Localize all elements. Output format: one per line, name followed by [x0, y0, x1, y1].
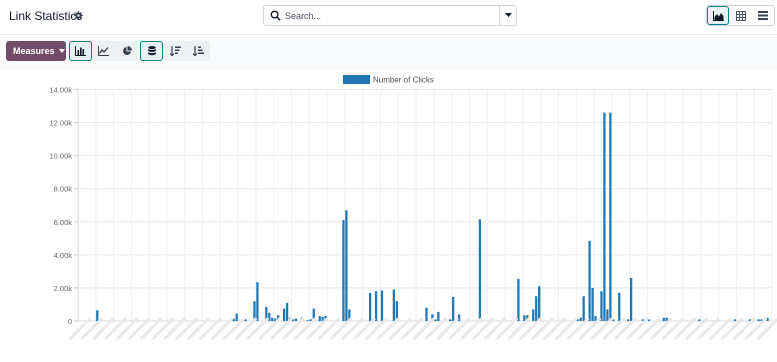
bar[interactable] [538, 286, 541, 321]
bar[interactable] [374, 291, 378, 321]
sort-descending-icon [170, 46, 181, 56]
page-title: Link Statistics [9, 9, 83, 23]
bar[interactable] [698, 319, 701, 321]
stacked-toggle-group [140, 41, 163, 61]
pie-chart-icon [122, 46, 132, 55]
y-tick-label: 8.00k [54, 185, 73, 194]
y-tick-label: 12.00k [49, 119, 72, 128]
bar[interactable] [271, 317, 274, 321]
bar[interactable] [478, 219, 481, 321]
measures-dropdown[interactable]: Measures [6, 41, 66, 61]
bar[interactable] [600, 291, 603, 321]
bar[interactable] [380, 290, 384, 321]
view-switcher [706, 5, 775, 26]
graph-toolbar: Measures [0, 36, 777, 70]
list-icon [757, 11, 768, 20]
bar[interactable] [517, 278, 520, 321]
y-tick-label: 2.00k [54, 284, 73, 293]
search-bar[interactable]: Search... [263, 5, 517, 26]
pivot-table-icon [735, 10, 746, 21]
pie-chart-button[interactable] [115, 41, 138, 61]
bar[interactable] [452, 297, 455, 321]
bar[interactable] [618, 292, 621, 321]
y-tick-label: 14.00k [49, 86, 72, 95]
bar[interactable] [369, 292, 372, 321]
bar[interactable] [609, 112, 612, 322]
bar[interactable] [96, 310, 99, 321]
y-tick-label: 6.00k [54, 218, 73, 227]
bar[interactable] [306, 320, 309, 321]
search-icon [270, 10, 281, 21]
bar[interactable] [345, 210, 348, 321]
search-input[interactable]: Search... [285, 11, 321, 21]
bar[interactable] [318, 316, 321, 321]
sort-ascending-icon [193, 46, 204, 56]
bar[interactable] [235, 313, 238, 321]
sort-descending-button[interactable] [164, 41, 187, 61]
legend-label[interactable]: Number of Clicks [373, 76, 434, 85]
line-chart-button[interactable] [92, 41, 115, 61]
graph-area: Number of Clicks 0 2.00k 4.00k 6.00k 8.00k 10… [0, 70, 777, 357]
control-panel: Link Statistics Search... [0, 0, 777, 35]
bar-chart-button[interactable] [69, 41, 92, 61]
bar[interactable] [733, 319, 737, 321]
gridlines [74, 89, 773, 322]
bar[interactable] [603, 112, 606, 322]
bar[interactable] [629, 278, 633, 321]
sort-ascending-button[interactable] [187, 41, 210, 61]
bar[interactable] [627, 319, 630, 321]
clicks-bar-chart: Number of Clicks 0 2.00k 4.00k 6.00k 8.00k 10… [49, 75, 777, 340]
bar[interactable] [591, 287, 594, 321]
graph-view-button[interactable] [707, 6, 730, 25]
area-chart-icon [712, 10, 724, 21]
y-tick-label: 4.00k [54, 251, 73, 260]
pivot-view-button[interactable] [729, 6, 751, 25]
bar[interactable] [449, 319, 452, 321]
y-tick-label: 0 [68, 317, 72, 326]
bar[interactable] [662, 317, 665, 321]
sort-group [164, 41, 210, 61]
bars [96, 112, 769, 322]
bar[interactable] [285, 302, 289, 321]
search-options-toggle[interactable] [499, 6, 516, 25]
bar[interactable] [606, 309, 609, 321]
caret-down-icon [505, 13, 512, 17]
bar[interactable] [282, 308, 286, 321]
chart-type-group [69, 41, 138, 61]
database-stack-icon [147, 46, 156, 56]
bar[interactable] [582, 296, 585, 321]
stacked-button[interactable] [140, 41, 163, 61]
bar[interactable] [256, 282, 259, 321]
bar[interactable] [588, 240, 591, 321]
bar[interactable] [523, 315, 526, 321]
list-view-button[interactable] [752, 6, 774, 25]
bar[interactable] [757, 319, 760, 321]
bar-chart-icon [75, 46, 86, 56]
bar[interactable] [437, 311, 440, 321]
bar[interactable] [425, 307, 428, 321]
caret-down-icon [58, 49, 65, 53]
bar[interactable] [594, 316, 597, 321]
bar[interactable] [342, 220, 345, 321]
measures-label: Measures [13, 46, 55, 56]
gear-icon[interactable] [74, 11, 83, 20]
y-axis-ticks: 0 2.00k 4.00k 6.00k 8.00k 10.00k 12.00k 14.00k [49, 86, 72, 327]
bar[interactable] [532, 309, 535, 321]
bar[interactable] [579, 317, 582, 321]
bar[interactable] [535, 296, 538, 321]
legend-swatch[interactable] [343, 75, 370, 84]
line-chart-icon [98, 46, 109, 56]
bar[interactable] [392, 289, 395, 321]
y-tick-label: 10.00k [49, 152, 72, 161]
bar[interactable] [294, 318, 298, 321]
